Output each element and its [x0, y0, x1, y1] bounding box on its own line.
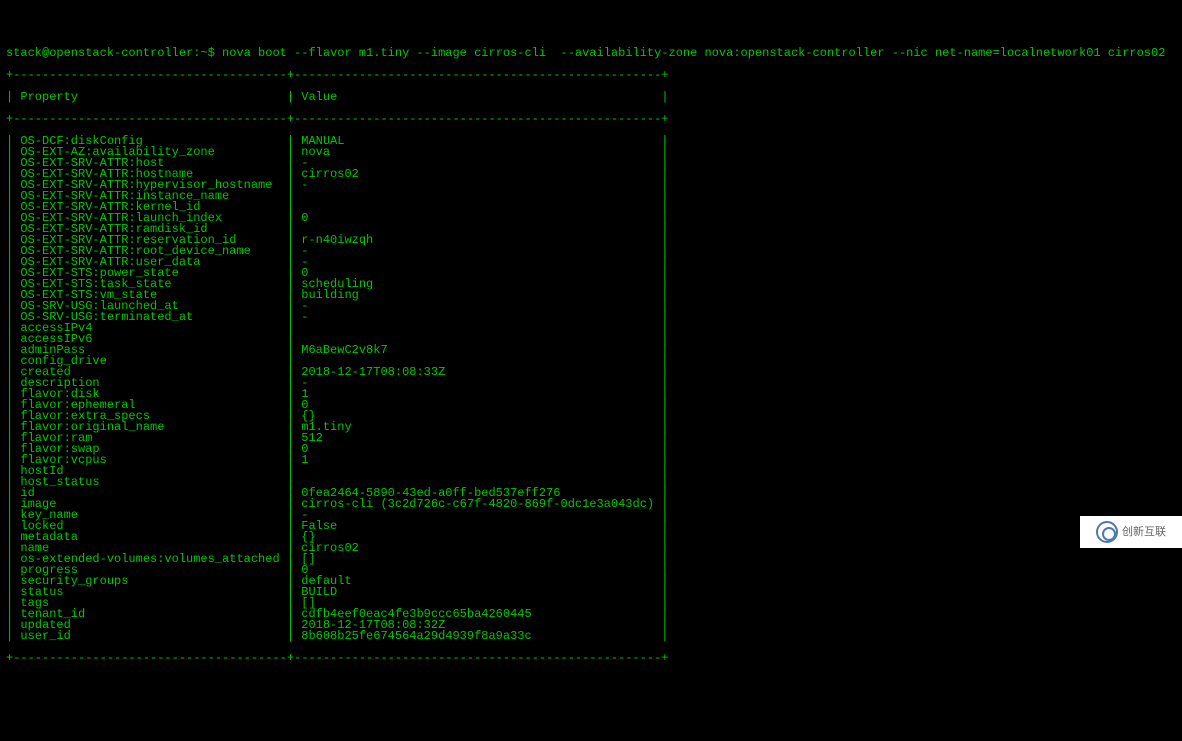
table-row: | updated | 2018-12-17T08:08:32Z |: [6, 620, 1176, 631]
table-border-top: +--------------------------------------+…: [6, 70, 1176, 81]
terminal-prompt-line[interactable]: stack@openstack-controller:~$ nova boot …: [6, 48, 1176, 59]
table-border-bottom: +--------------------------------------+…: [6, 653, 1176, 664]
logo-icon: [1096, 521, 1118, 543]
table-row: | security_groups | default |: [6, 576, 1176, 587]
table-row: | tags | [] |: [6, 598, 1176, 609]
table-border-header: +--------------------------------------+…: [6, 114, 1176, 125]
table-row: | status | BUILD |: [6, 587, 1176, 598]
col-value-header: Value: [301, 90, 337, 104]
table-body: | OS-DCF:diskConfig | MANUAL || OS-EXT-A…: [6, 136, 1176, 642]
watermark-logo: 创新互联: [1080, 516, 1182, 548]
table-row: | tenant_id | cdfb4eef0eac4fe3b9ccc65ba4…: [6, 609, 1176, 620]
table-header-row: | Property | Value |: [6, 92, 1176, 103]
shell-prompt: stack@openstack-controller:~$: [6, 46, 222, 60]
shell-command: nova boot --flavor m1.tiny --image cirro…: [222, 46, 1165, 60]
col-property-header: Property: [20, 90, 78, 104]
table-row: | user_id | 8b608b25fe674564a29d4939f8a9…: [6, 631, 1176, 642]
logo-text: 创新互联: [1122, 527, 1166, 538]
table-row: | progress | 0 |: [6, 565, 1176, 576]
